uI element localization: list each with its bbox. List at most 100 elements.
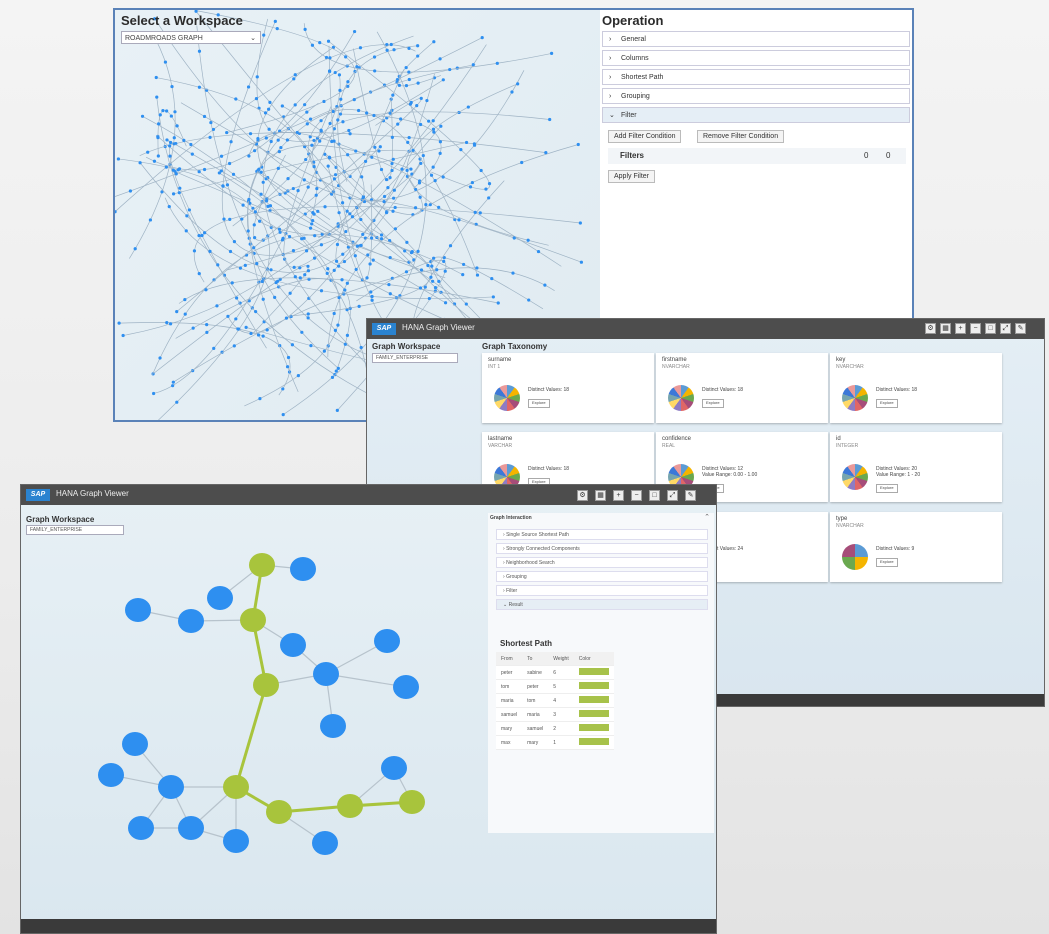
road-node[interactable] xyxy=(337,211,341,215)
road-node[interactable] xyxy=(231,172,236,176)
road-node[interactable] xyxy=(431,119,435,123)
road-node[interactable] xyxy=(252,246,256,250)
road-node[interactable] xyxy=(197,49,202,53)
road-node[interactable] xyxy=(323,205,327,209)
add-filter-button[interactable]: Add Filter Condition xyxy=(608,130,682,143)
road-node[interactable] xyxy=(171,384,175,388)
road-node[interactable] xyxy=(156,122,161,126)
road-node[interactable] xyxy=(348,212,352,216)
road-node[interactable] xyxy=(354,267,358,272)
road-node[interactable] xyxy=(382,200,386,204)
road-node[interactable] xyxy=(429,173,434,177)
road-node[interactable] xyxy=(163,60,168,64)
road-node[interactable] xyxy=(431,165,435,169)
graph-node[interactable] xyxy=(381,756,407,780)
road-node[interactable] xyxy=(246,229,250,233)
road-node[interactable] xyxy=(290,343,294,347)
road-node[interactable] xyxy=(385,48,389,52)
section-filter[interactable]: ⌄ Filter xyxy=(602,107,910,123)
road-node[interactable] xyxy=(357,108,361,113)
road-node[interactable] xyxy=(487,182,492,186)
road-node[interactable] xyxy=(428,203,432,207)
road-node[interactable] xyxy=(327,69,332,73)
road-node[interactable] xyxy=(154,75,158,80)
zoom-in-icon[interactable]: + xyxy=(613,490,624,501)
section-grouping[interactable]: › Grouping xyxy=(602,88,910,104)
road-node[interactable] xyxy=(155,95,159,99)
road-node[interactable] xyxy=(443,269,447,273)
road-node[interactable] xyxy=(221,184,225,188)
road-node[interactable] xyxy=(326,267,330,271)
road-node[interactable] xyxy=(441,175,445,179)
road-node[interactable] xyxy=(399,117,403,121)
road-node[interactable] xyxy=(470,180,474,185)
graph-node[interactable] xyxy=(158,775,184,799)
road-node[interactable] xyxy=(236,327,240,331)
road-node[interactable] xyxy=(432,40,436,44)
road-node[interactable] xyxy=(478,211,482,215)
road-node[interactable] xyxy=(332,177,337,181)
road-node[interactable] xyxy=(390,168,394,173)
road-node[interactable] xyxy=(370,298,374,302)
road-node[interactable] xyxy=(305,122,309,126)
road-node[interactable] xyxy=(495,61,499,65)
road-node[interactable] xyxy=(352,98,356,102)
road-node[interactable] xyxy=(373,69,377,73)
explore-button[interactable]: Explore xyxy=(876,484,898,493)
road-node[interactable] xyxy=(190,152,194,156)
path-node[interactable] xyxy=(253,673,279,697)
road-node[interactable] xyxy=(365,111,369,115)
road-node[interactable] xyxy=(148,218,153,222)
road-node[interactable] xyxy=(156,154,160,158)
road-node[interactable] xyxy=(172,136,176,140)
road-node[interactable] xyxy=(261,297,265,301)
road-node[interactable] xyxy=(225,130,229,135)
road-node[interactable] xyxy=(368,262,372,266)
road-node[interactable] xyxy=(254,97,259,101)
road-node[interactable] xyxy=(310,143,314,147)
road-node[interactable] xyxy=(416,249,420,253)
taxonomy-card[interactable]: id INTEGER Distinct Values: 20 Value Range:… xyxy=(830,432,1002,502)
road-node[interactable] xyxy=(475,273,480,277)
road-node[interactable] xyxy=(219,154,224,158)
road-node[interactable] xyxy=(319,129,323,133)
graph-node[interactable] xyxy=(312,831,338,855)
road-node[interactable] xyxy=(316,209,320,213)
road-node[interactable] xyxy=(269,268,273,272)
road-node[interactable] xyxy=(229,140,233,144)
road-node[interactable] xyxy=(418,286,423,290)
road-node[interactable] xyxy=(443,301,448,305)
road-node[interactable] xyxy=(543,283,547,287)
road-node[interactable] xyxy=(548,117,552,122)
road-node[interactable] xyxy=(352,29,357,34)
layout-icon[interactable]: ▦ xyxy=(940,323,951,334)
road-node[interactable] xyxy=(407,77,411,82)
road-node[interactable] xyxy=(291,249,296,253)
road-node[interactable] xyxy=(314,193,318,197)
road-node[interactable] xyxy=(261,334,265,338)
road-node[interactable] xyxy=(544,151,548,155)
taxonomy-card[interactable]: surname INT 1 Distinct Values: 18 Explore xyxy=(482,353,654,423)
taxonomy-card[interactable]: firstname NVARCHAR Distinct Values: 18 Expl… xyxy=(656,353,828,423)
road-node[interactable] xyxy=(238,266,243,270)
road-node[interactable] xyxy=(268,100,272,105)
road-node[interactable] xyxy=(280,104,284,108)
road-node[interactable] xyxy=(370,155,374,159)
road-node[interactable] xyxy=(232,240,237,244)
road-node[interactable] xyxy=(182,138,186,142)
road-node[interactable] xyxy=(344,55,348,59)
road-node[interactable] xyxy=(165,109,169,113)
graph-node[interactable] xyxy=(280,633,306,657)
road-node[interactable] xyxy=(241,203,245,207)
road-node[interactable] xyxy=(172,142,176,146)
road-node[interactable] xyxy=(308,117,313,121)
road-node[interactable] xyxy=(345,281,349,285)
road-node[interactable] xyxy=(372,55,377,59)
road-node[interactable] xyxy=(191,326,195,330)
road-node[interactable] xyxy=(404,65,408,70)
road-node[interactable] xyxy=(197,233,201,238)
road-node[interactable] xyxy=(228,217,232,221)
road-node[interactable] xyxy=(336,118,340,122)
road-node[interactable] xyxy=(312,138,316,143)
road-node[interactable] xyxy=(437,279,441,283)
